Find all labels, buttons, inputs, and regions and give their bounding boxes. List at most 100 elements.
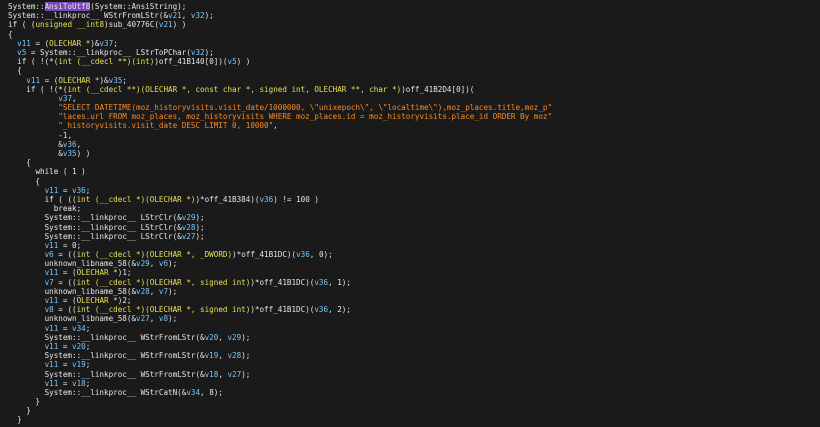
code-token: , <box>181 11 191 21</box>
code-line[interactable]: System::__linkproc__ LStrClr(&v29); <box>8 213 820 222</box>
code-line[interactable]: System::__linkproc__ LStrClr(&v28); <box>8 223 820 232</box>
code-token: = ( <box>40 75 59 85</box>
code-line[interactable]: } <box>8 415 820 424</box>
code-token: v27 <box>227 369 242 379</box>
code-line[interactable]: v8 = ((int (__cdecl *)(OLECHAR *, signed… <box>8 305 820 314</box>
code-line[interactable]: if ( ((int (__cdecl *)(OLECHAR *))*off_4… <box>8 195 820 204</box>
code-token: v36 <box>296 250 310 260</box>
code-token: v11 <box>44 240 59 250</box>
code-token: v27 <box>181 231 196 241</box>
decompiled-code-view[interactable]: System::AnsiToUtf8(System::AnsiString); S… <box>0 0 820 427</box>
code-token: ); <box>241 369 251 379</box>
code-token: { <box>8 176 41 186</box>
code-token: ); <box>195 231 205 241</box>
code-token: while <box>35 167 59 177</box>
code-token: v11 <box>44 378 59 388</box>
code-token: = <box>58 360 73 370</box>
code-token: ; <box>113 38 118 48</box>
code-token: v29 <box>227 332 242 342</box>
code-token: System::__linkproc__ WStrFromLStr(& <box>8 369 205 379</box>
code-line[interactable]: v11 = (OLECHAR *)&v35; <box>8 76 820 85</box>
code-token: , <box>149 259 159 269</box>
code-token: = <box>58 240 73 250</box>
code-token: System::__linkproc__ WStrFromLStr(& <box>8 351 205 361</box>
code-line[interactable]: { <box>8 30 820 39</box>
code-token: "laces.url FROM moz_places, moz_historyv… <box>58 112 553 122</box>
code-token: if <box>8 20 18 30</box>
code-line[interactable]: v6 = ((int (__cdecl *)(OLECHAR *, _DWORD… <box>8 250 820 259</box>
code-line[interactable]: -1, <box>8 131 820 140</box>
code-token: = <box>58 378 73 388</box>
code-line[interactable]: while ( 1 ) <box>8 167 820 176</box>
code-line[interactable]: System::AnsiToUtf8(System::AnsiString); <box>8 2 820 11</box>
code-line[interactable]: v11 = 0; <box>8 241 820 250</box>
code-token: ; <box>85 185 91 195</box>
code-line[interactable]: System::__linkproc__ WStrFromLStr(&v21, … <box>8 11 820 20</box>
code-token: "SELECT DATETIME(moz_historyvisits.visit… <box>58 103 553 113</box>
code-line[interactable]: break; <box>8 204 820 213</box>
code-token: ); <box>168 286 178 296</box>
code-token: ; <box>122 75 127 85</box>
code-token: ) ) <box>236 57 251 67</box>
code-line[interactable]: &v35) ) <box>8 149 820 158</box>
code-token: int (__cdecl *)(OLECHAR *, signed int) <box>76 277 251 287</box>
code-line[interactable]: v11 = v18; <box>8 379 820 388</box>
code-line[interactable]: if ( !(*(int (__cdecl **)(int))off_41B14… <box>8 57 820 66</box>
code-line[interactable]: { <box>8 177 820 186</box>
code-line[interactable]: if ( (unsigned __int8)sub_40776C(v21) ) <box>8 20 820 29</box>
code-line[interactable]: { <box>8 66 820 75</box>
code-line[interactable]: v11 = v36; <box>8 186 820 195</box>
code-token: OLECHAR * <box>76 296 118 305</box>
code-line[interactable]: unknown_libname_58(&v27, v8); <box>8 314 820 323</box>
code-line[interactable]: "SELECT DATETIME(moz_historyvisits.visit… <box>8 103 820 112</box>
code-token: ; <box>85 360 91 370</box>
code-token: = <box>58 185 73 195</box>
code-token: break <box>53 204 77 214</box>
code-token: v11 <box>26 75 41 85</box>
code-line[interactable]: v5 = System::__linkproc__ LStrToPChar(v3… <box>8 48 820 57</box>
code-token: v29 <box>136 259 150 269</box>
code-line[interactable]: v11 = (OLECHAR *)2; <box>8 296 820 305</box>
code-line[interactable]: unknown_libname_58(&v29, v6); <box>8 259 820 268</box>
code-line[interactable]: System::__linkproc__ LStrClr(&v27); <box>8 232 820 241</box>
code-line[interactable]: "laces.url FROM moz_places, moz_historyv… <box>8 112 820 121</box>
code-line[interactable]: v37, <box>8 94 820 103</box>
code-line[interactable]: v11 = (OLECHAR *)1; <box>8 268 820 277</box>
code-line[interactable]: &v36, <box>8 140 820 149</box>
code-line[interactable]: v11 = v19; <box>8 360 820 369</box>
code-line[interactable]: } <box>8 397 820 406</box>
code-line[interactable]: v11 = (OLECHAR *)&v37; <box>8 39 820 48</box>
code-token: = (( <box>53 305 77 315</box>
code-line[interactable]: } <box>8 406 820 415</box>
code-token: v6 <box>44 250 54 260</box>
code-token: & <box>8 149 63 158</box>
code-line[interactable]: { <box>8 158 820 167</box>
code-token: v36 <box>62 139 77 149</box>
code-token: )*off_41B1DC)( <box>250 305 315 315</box>
code-line[interactable]: System::__linkproc__ WStrFromLStr(&v20, … <box>8 333 820 342</box>
code-line[interactable]: System::__linkproc__ WStrFromLStr(&v19, … <box>8 351 820 360</box>
code-line[interactable]: System::__linkproc__ WStrCatN(&v34, 8); <box>8 388 820 397</box>
code-token: ); <box>341 305 351 315</box>
code-line[interactable]: if ( !(*(int (__cdecl **)(OLECHAR *, con… <box>8 85 820 94</box>
code-token: - <box>8 130 63 140</box>
code-line[interactable]: v7 = ((int (__cdecl *)(OLECHAR *, signed… <box>8 278 820 287</box>
code-token: ; <box>85 341 91 351</box>
code-line[interactable]: v11 = v20; <box>8 342 820 351</box>
code-line[interactable]: unknown_libname_58(&v28, v7); <box>8 287 820 296</box>
code-token: ( <box>58 167 73 177</box>
code-line[interactable]: System::__linkproc__ WStrFromLStr(&v18, … <box>8 370 820 379</box>
code-token: v19 <box>72 360 86 370</box>
code-token: = (( <box>53 250 77 260</box>
code-token: v11 <box>44 296 59 305</box>
code-token: v28 <box>136 286 150 296</box>
code-line[interactable]: "_historyvisits.visit_date DESC LIMIT 0,… <box>8 121 820 130</box>
code-token: System::__linkproc__ WStrFromLStr(& <box>8 11 169 21</box>
code-line[interactable]: v11 = v34; <box>8 324 820 333</box>
